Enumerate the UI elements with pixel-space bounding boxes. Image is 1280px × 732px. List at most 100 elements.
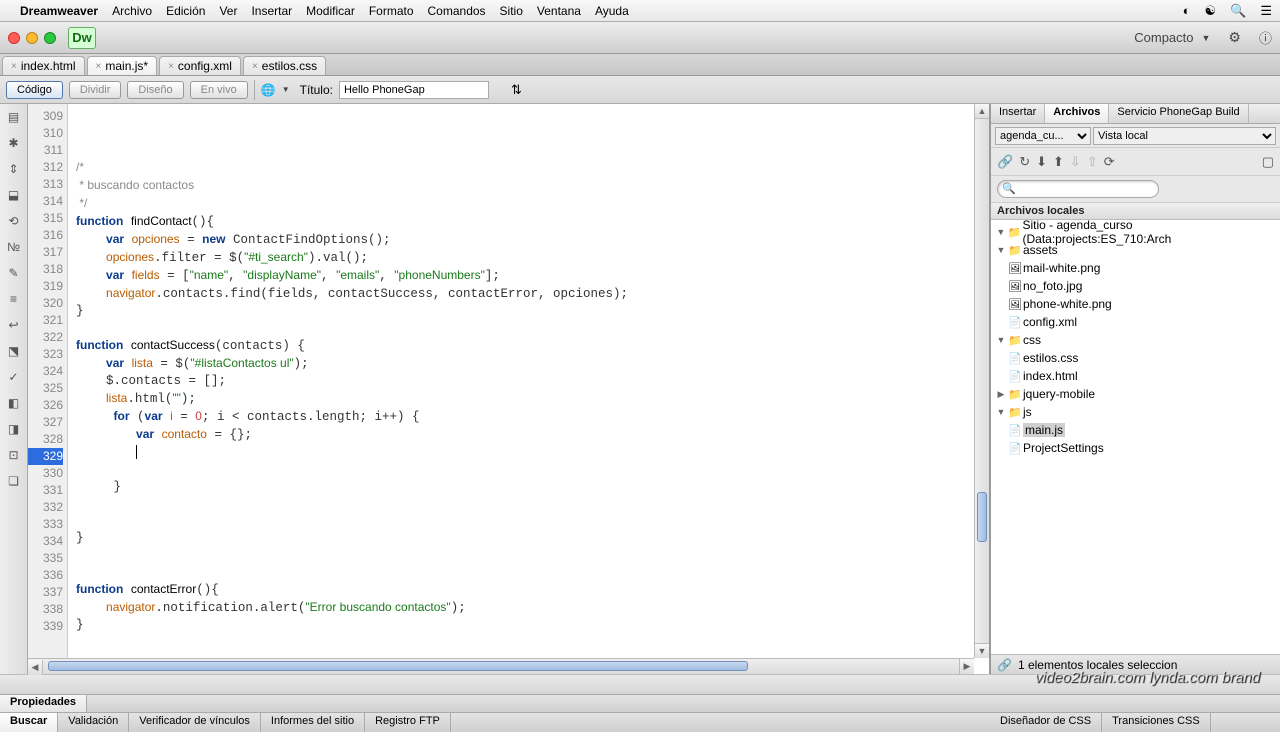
connect-icon[interactable]: 🔗 [997, 154, 1013, 170]
tree-folder-css[interactable]: ▼📁css [991, 331, 1280, 349]
put-icon[interactable]: ⬆ [1053, 154, 1064, 170]
tree-root[interactable]: ▼📁Sitio - agenda_curso (Data:projects:ES… [991, 223, 1280, 241]
tab-buscar[interactable]: Buscar [0, 713, 58, 732]
get-icon[interactable]: ⬇ [1036, 154, 1047, 170]
tree-file[interactable]: 🖼mail-white.png [991, 259, 1280, 277]
minimize-window-button[interactable] [26, 32, 38, 44]
scroll-down-arrow[interactable]: ▼ [975, 643, 989, 658]
scroll-thumb-h[interactable] [48, 661, 748, 671]
layout-compact-label[interactable]: Compacto [1134, 30, 1193, 45]
tree-file[interactable]: 📄estilos.css [991, 349, 1280, 367]
balance-icon[interactable]: ⟲ [5, 212, 23, 230]
expand-icon[interactable]: ⇕ [5, 160, 23, 178]
highlight-icon[interactable]: ✎ [5, 264, 23, 282]
zoom-window-button[interactable] [44, 32, 56, 44]
scroll-left-arrow[interactable]: ◀ [28, 660, 43, 675]
expand-icon[interactable]: ▢ [1262, 154, 1274, 170]
menu-icon[interactable]: ☰ [1260, 3, 1272, 19]
comment-icon[interactable]: ❏ [5, 472, 23, 490]
tree-file[interactable]: 🖼no_foto.jpg [991, 277, 1280, 295]
site-select[interactable]: agenda_cu... [995, 127, 1091, 145]
format-icon[interactable]: ✓ [5, 368, 23, 386]
yin-icon[interactable]: ☯ [1205, 3, 1217, 19]
link-icon[interactable]: 🔗 [997, 658, 1012, 672]
menu-comandos[interactable]: Comandos [428, 4, 486, 18]
code-editor[interactable]: 3093103113123133143153163173183193203213… [28, 104, 990, 674]
indent-icon[interactable]: ⬔ [5, 342, 23, 360]
syntax-icon[interactable]: ≡ [5, 290, 23, 308]
browser-preview-icon[interactable]: 🌐 [261, 83, 276, 97]
close-tab-icon[interactable]: × [11, 61, 17, 72]
tree-file[interactable]: 🖼phone-white.png [991, 295, 1280, 313]
tab-ftp[interactable]: Registro FTP [365, 713, 451, 732]
view-split-button[interactable]: Dividir [69, 81, 122, 99]
move-icon[interactable]: ⊡ [5, 446, 23, 464]
view-design-button[interactable]: Diseño [127, 81, 183, 99]
menu-modificar[interactable]: Modificar [306, 4, 355, 18]
tab-index-html[interactable]: ×index.html [2, 56, 85, 75]
tab-informes[interactable]: Informes del sitio [261, 713, 365, 732]
close-tab-icon[interactable]: × [252, 61, 258, 72]
collapse-icon[interactable]: ✱ [5, 134, 23, 152]
close-tab-icon[interactable]: × [96, 61, 102, 72]
recent-icon[interactable]: ◨ [5, 420, 23, 438]
layout-chevron-icon[interactable]: ▼ [1202, 33, 1211, 43]
tree-file-mainjs[interactable]: 📄main.js [991, 421, 1280, 439]
open-docs-icon[interactable]: ▤ [5, 108, 23, 126]
menu-ver[interactable]: Ver [219, 4, 237, 18]
file-tree[interactable]: ▼📁Sitio - agenda_curso (Data:projects:ES… [991, 220, 1280, 654]
view-select[interactable]: Vista local [1093, 127, 1276, 145]
refresh-icon[interactable]: ⇅ [511, 82, 522, 98]
tree-folder-js[interactable]: ▼📁js [991, 403, 1280, 421]
tree-file-config[interactable]: 📄config.xml [991, 313, 1280, 331]
scroll-thumb[interactable] [977, 492, 987, 542]
app-name[interactable]: Dreamweaver [20, 4, 98, 18]
tab-validacion[interactable]: Validación [58, 713, 129, 732]
menu-ventana[interactable]: Ventana [537, 4, 581, 18]
menu-ayuda[interactable]: Ayuda [595, 4, 629, 18]
close-tab-icon[interactable]: × [168, 61, 174, 72]
snippet-icon[interactable]: ◧ [5, 394, 23, 412]
tab-main-js[interactable]: ×main.js* [87, 56, 158, 75]
wrap-icon[interactable]: ↩ [5, 316, 23, 334]
checkout-icon[interactable]: ⇩ [1070, 154, 1081, 170]
results-tabs: Buscar Validación Verificador de vínculo… [0, 712, 990, 732]
scroll-up-arrow[interactable]: ▲ [975, 104, 989, 119]
vertical-scrollbar[interactable]: ▲ ▼ [974, 104, 989, 658]
tree-file-index[interactable]: 📄index.html [991, 367, 1280, 385]
horizontal-scrollbar[interactable]: ◀ ▶ [28, 658, 974, 674]
chevron-down-icon[interactable]: ▼ [282, 85, 290, 94]
code-content[interactable]: /* * buscando contactos */ function find… [68, 104, 989, 674]
tab-config-xml[interactable]: ×config.xml [159, 56, 241, 75]
line-num-icon[interactable]: № [5, 238, 23, 256]
tab-insertar[interactable]: Insertar [991, 104, 1045, 123]
refresh-icon[interactable]: ↻ [1019, 154, 1030, 170]
menu-insertar[interactable]: Insertar [251, 4, 292, 18]
menu-sitio[interactable]: Sitio [500, 4, 523, 18]
menu-archivo[interactable]: Archivo [112, 4, 152, 18]
tab-estilos-css[interactable]: ×estilos.css [243, 56, 326, 75]
tab-css-designer[interactable]: Diseñador de CSS [990, 713, 1102, 732]
sync-icon[interactable]: ◐ [1183, 3, 1191, 18]
tab-phonegap[interactable]: Servicio PhoneGap Build [1109, 104, 1248, 123]
settings-gear-icon[interactable]: ⚙ [1228, 29, 1241, 46]
properties-tab[interactable]: Propiedades [0, 695, 87, 712]
spotlight-icon[interactable]: 🔍 [1230, 3, 1246, 19]
tab-css-transitions[interactable]: Transiciones CSS [1102, 713, 1211, 732]
checkin-icon[interactable]: ⇧ [1087, 154, 1098, 170]
menu-edicion[interactable]: Edición [166, 4, 205, 18]
help-icon[interactable]: ⓘ [1259, 28, 1272, 47]
tab-archivos[interactable]: Archivos [1045, 104, 1109, 123]
close-window-button[interactable] [8, 32, 20, 44]
view-live-button[interactable]: En vivo [190, 81, 248, 99]
files-search-input[interactable] [997, 180, 1159, 198]
sync-icon[interactable]: ⟳ [1104, 154, 1115, 170]
document-title-input[interactable] [339, 81, 489, 99]
scroll-right-arrow[interactable]: ▶ [959, 659, 974, 674]
tree-folder-jqm[interactable]: ▶📁jquery-mobile [991, 385, 1280, 403]
view-code-button[interactable]: Código [6, 81, 63, 99]
tree-file-psettings[interactable]: 📄ProjectSettings [991, 439, 1280, 457]
menu-formato[interactable]: Formato [369, 4, 414, 18]
tab-verificador[interactable]: Verificador de vínculos [129, 713, 261, 732]
parent-tag-icon[interactable]: ⬓ [5, 186, 23, 204]
